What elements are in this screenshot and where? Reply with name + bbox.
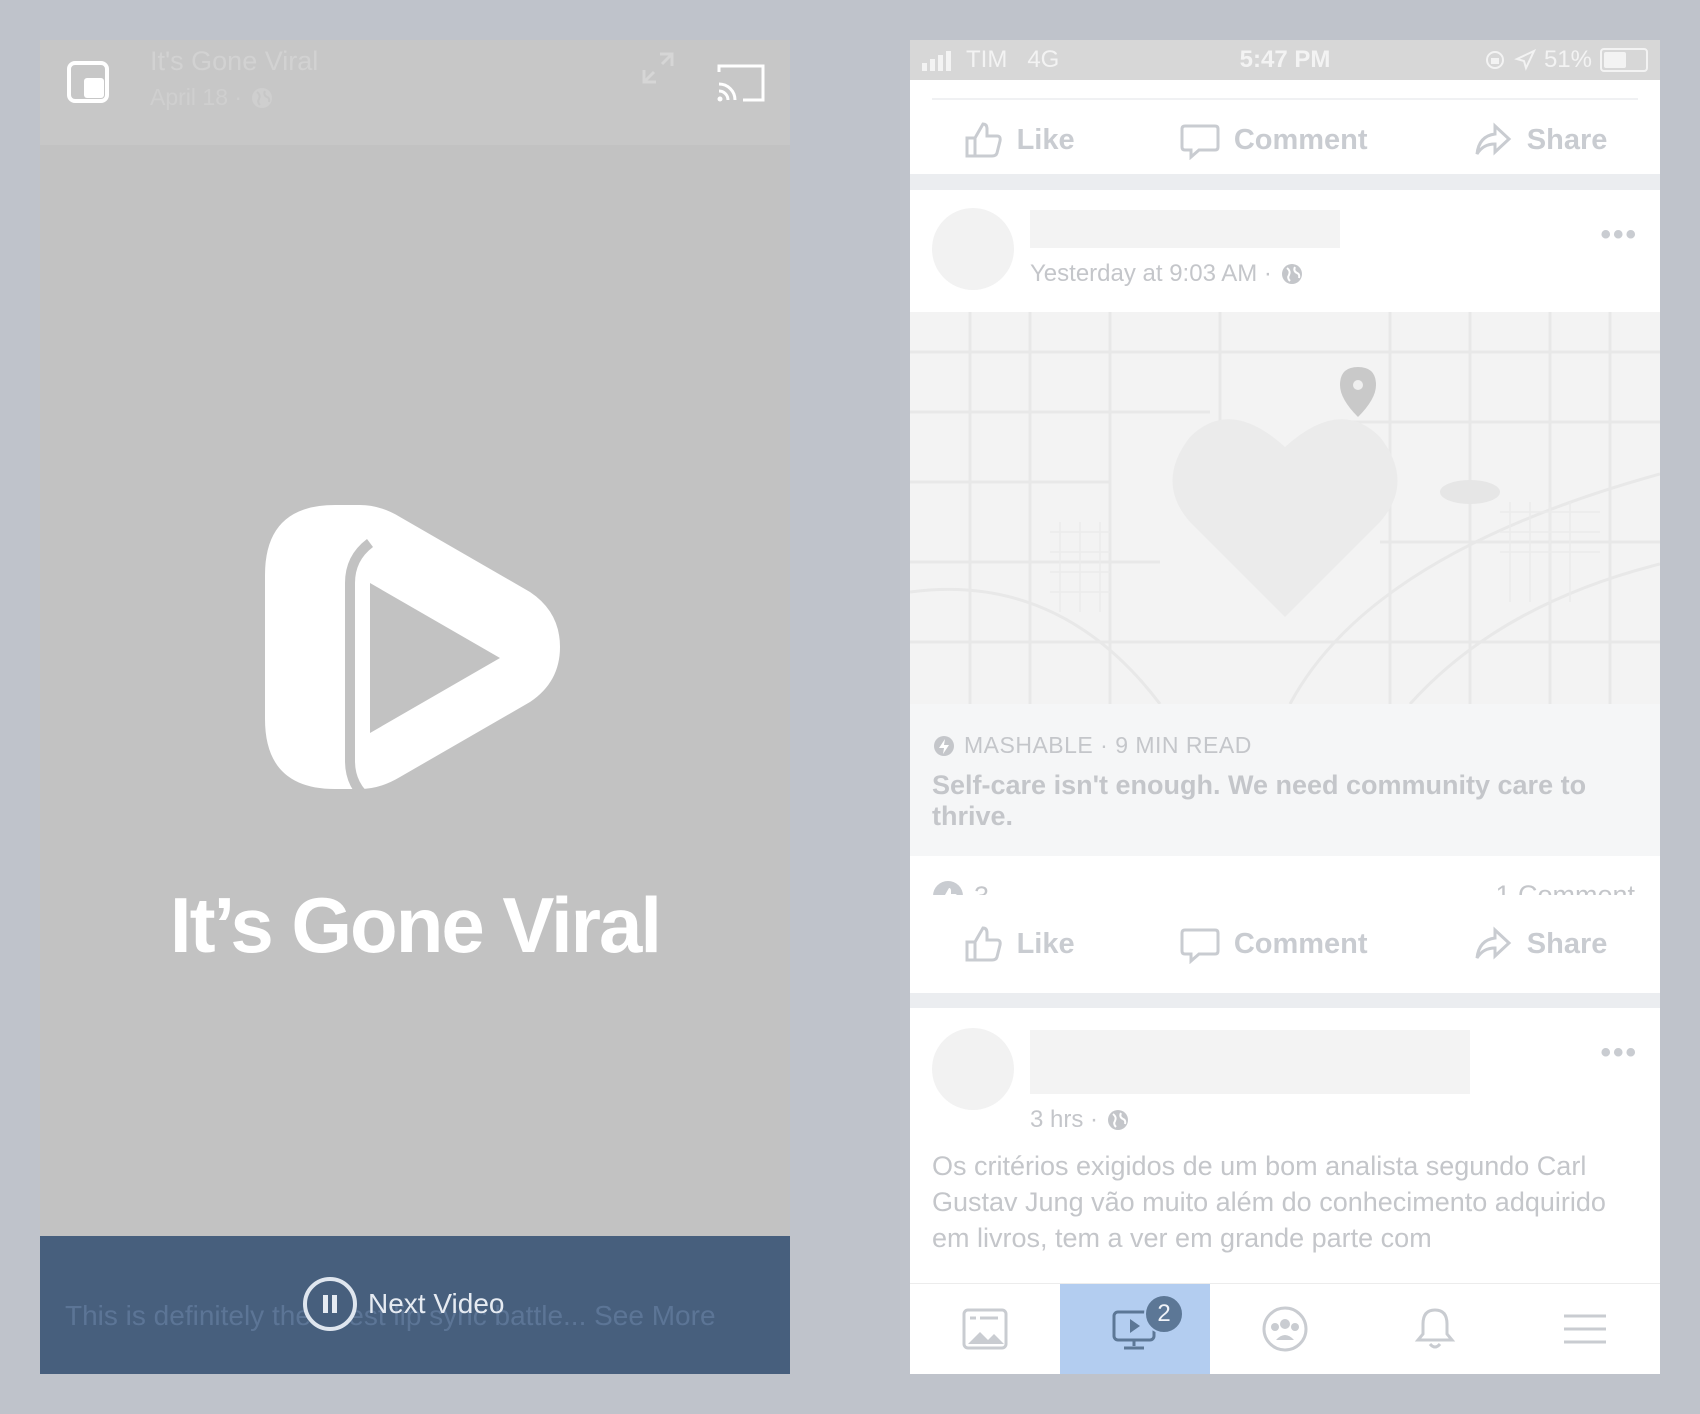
post-actions-row: Like Comment Share: [910, 895, 1660, 993]
video-date: April 18 ·: [150, 84, 274, 111]
thumbs-up-icon: [965, 122, 1002, 158]
like-button[interactable]: Like: [963, 924, 1075, 964]
next-video-label: Next Video: [368, 1288, 505, 1319]
comment-icon: [1180, 124, 1220, 160]
bottom-tab-bar: 2: [910, 1283, 1660, 1374]
pause-icon[interactable]: [302, 1276, 358, 1332]
picture-in-picture-icon[interactable]: [66, 60, 110, 104]
share-icon: [1475, 122, 1511, 156]
comment-button[interactable]: Comment: [1180, 924, 1368, 964]
share-button[interactable]: Share: [1473, 120, 1608, 160]
video-player[interactable]: It's Gone Viral April 18 · It’s Gone Vir…: [40, 40, 790, 1374]
video-date-text: April 18 ·: [150, 84, 243, 110]
menu-icon: [1564, 1314, 1606, 1344]
tab-menu[interactable]: [1510, 1284, 1660, 1374]
tab-watch[interactable]: 2: [1060, 1284, 1210, 1374]
battery-icon: [1600, 48, 1648, 72]
comment-label: Comment: [1233, 123, 1368, 156]
tab-groups[interactable]: [1210, 1284, 1360, 1374]
news-feed-icon: [962, 1308, 1008, 1350]
status-bar: TIM 4G 5:47 PM 51%: [910, 40, 1660, 80]
tab-news-feed[interactable]: [910, 1284, 1060, 1374]
post-card: 3 hrs · ••• Os critérios exigidos de um …: [910, 1008, 1660, 1308]
battery-percent: 51%: [1543, 46, 1592, 73]
logo-text: It’s Gone Viral: [169, 881, 662, 969]
share-button[interactable]: Share: [1473, 924, 1608, 964]
location-arrow-icon: [1514, 49, 1536, 71]
link-title[interactable]: Self-care isn't enough. We need communit…: [932, 770, 1630, 832]
like-label: Like: [1016, 927, 1075, 960]
link-source-text: MASHABLE · 9 MIN READ: [964, 732, 1252, 758]
status-right: 51%: [1484, 46, 1648, 74]
cast-icon[interactable]: [716, 62, 766, 104]
map-illustration: [910, 312, 1660, 704]
video-top-bar: It's Gone Viral April 18 ·: [40, 40, 790, 145]
post-text[interactable]: Os critérios exigidos de um bom analista…: [932, 1148, 1630, 1256]
link-map-image[interactable]: [910, 312, 1660, 704]
share-icon: [1475, 926, 1511, 960]
share-label: Share: [1526, 927, 1608, 960]
author-name-placeholder[interactable]: [1030, 1030, 1470, 1094]
tab-notifications[interactable]: [1360, 1284, 1510, 1374]
instant-article-icon: [934, 735, 954, 756]
watch-badge: 2: [1144, 1294, 1184, 1334]
post-meta: Yesterday at 9:03 AM ·: [1030, 260, 1304, 288]
video-page-title: It's Gone Viral: [150, 46, 319, 76]
comment-label: Comment: [1233, 927, 1368, 960]
link-preview[interactable]: MASHABLE · 9 MIN READ Self-care isn't en…: [910, 704, 1660, 856]
post-timestamp[interactable]: 3 hrs ·: [1030, 1106, 1098, 1134]
share-label: Share: [1526, 123, 1608, 156]
globe-icon: [1108, 1110, 1129, 1130]
thumbs-up-icon: [965, 926, 1002, 962]
expand-icon[interactable]: [640, 50, 676, 86]
post-card: Yesterday at 9:03 AM · ••• MASHABLE · 9 …: [910, 190, 1660, 972]
link-source: MASHABLE · 9 MIN READ: [932, 732, 1252, 759]
avatar[interactable]: [932, 208, 1014, 290]
facebook-feed-screen: TIM 4G 5:47 PM 51% Like Comment Share Ye…: [910, 40, 1660, 1374]
groups-icon: [1262, 1306, 1308, 1352]
globe-icon: [1281, 264, 1302, 284]
its-gone-viral-logo: [265, 505, 560, 805]
author-name-placeholder[interactable]: [1030, 210, 1340, 248]
more-options-icon[interactable]: •••: [1600, 1036, 1638, 1070]
comment-icon: [1180, 928, 1220, 964]
comment-button[interactable]: Comment: [1180, 120, 1368, 160]
like-button[interactable]: Like: [963, 120, 1075, 160]
like-label: Like: [1016, 123, 1075, 156]
globe-icon: [252, 87, 273, 108]
notifications-icon: [1414, 1308, 1456, 1349]
post-actions: Like Comment Share: [910, 100, 1660, 180]
previous-post-card: Like Comment Share: [910, 80, 1660, 174]
rotation-lock-icon: [1485, 51, 1504, 69]
post-meta: 3 hrs ·: [1030, 1106, 1130, 1134]
post-timestamp[interactable]: Yesterday at 9:03 AM ·: [1030, 260, 1272, 288]
more-options-icon[interactable]: •••: [1600, 218, 1638, 252]
video-bottom-bar: This is definitely the latest lip sync b…: [40, 1236, 790, 1374]
avatar[interactable]: [932, 1028, 1014, 1110]
next-video-button[interactable]: Next Video: [302, 1276, 504, 1332]
